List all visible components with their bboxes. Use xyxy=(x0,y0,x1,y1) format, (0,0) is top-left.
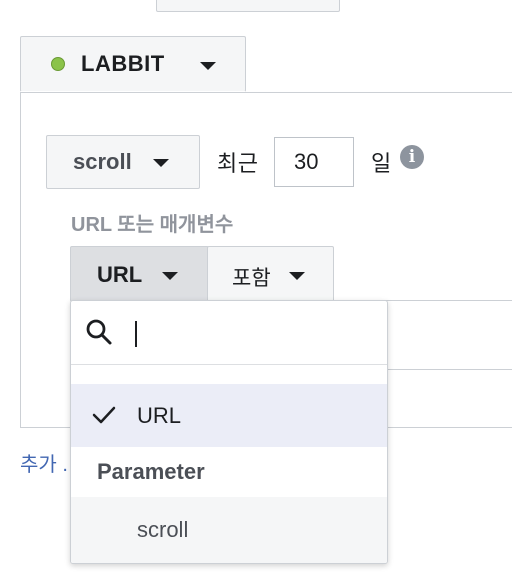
field-select-label: URL xyxy=(97,262,143,287)
search-icon xyxy=(86,319,112,345)
chevron-down-icon xyxy=(200,62,216,70)
chevron-down-icon xyxy=(289,272,305,280)
add-link[interactable]: 추가 . xyxy=(20,448,68,477)
dropdown-group-header: Parameter xyxy=(71,447,387,497)
operator-select-label: 포함 xyxy=(232,267,271,290)
chevron-down-icon xyxy=(153,159,169,167)
source-selector-button[interactable]: LABBIT xyxy=(20,36,246,92)
days-suffix-label: 일 xyxy=(371,151,392,176)
dropdown-menu: URL Parameter scroll xyxy=(70,300,388,564)
days-input[interactable]: 30 xyxy=(274,137,354,187)
top-partial-button[interactable] xyxy=(156,0,340,12)
operator-select-button[interactable]: 포함 xyxy=(207,246,334,302)
days-input-value: 30 xyxy=(294,149,319,174)
info-icon[interactable]: i xyxy=(400,145,424,169)
value-input[interactable] xyxy=(380,300,512,370)
event-select-label: scroll xyxy=(73,149,132,174)
status-dot-icon xyxy=(51,57,65,71)
dropdown-search[interactable] xyxy=(71,301,387,365)
recent-label: 최근 xyxy=(217,151,259,176)
source-name: LABBIT xyxy=(81,51,165,76)
chevron-down-icon xyxy=(162,272,178,280)
event-select-button[interactable]: scroll xyxy=(46,135,200,189)
search-input[interactable] xyxy=(135,321,137,347)
section-label: URL 또는 매개변수 xyxy=(71,214,234,236)
field-select-button[interactable]: URL xyxy=(70,246,209,302)
dropdown-option-label: URL xyxy=(137,403,182,428)
dropdown-option-label: scroll xyxy=(137,517,189,542)
dropdown-option-url[interactable]: URL xyxy=(71,384,387,447)
dropdown-option-scroll[interactable]: scroll xyxy=(71,497,387,563)
checkmark-icon xyxy=(92,406,116,424)
dropdown-group-label: Parameter xyxy=(97,459,205,484)
